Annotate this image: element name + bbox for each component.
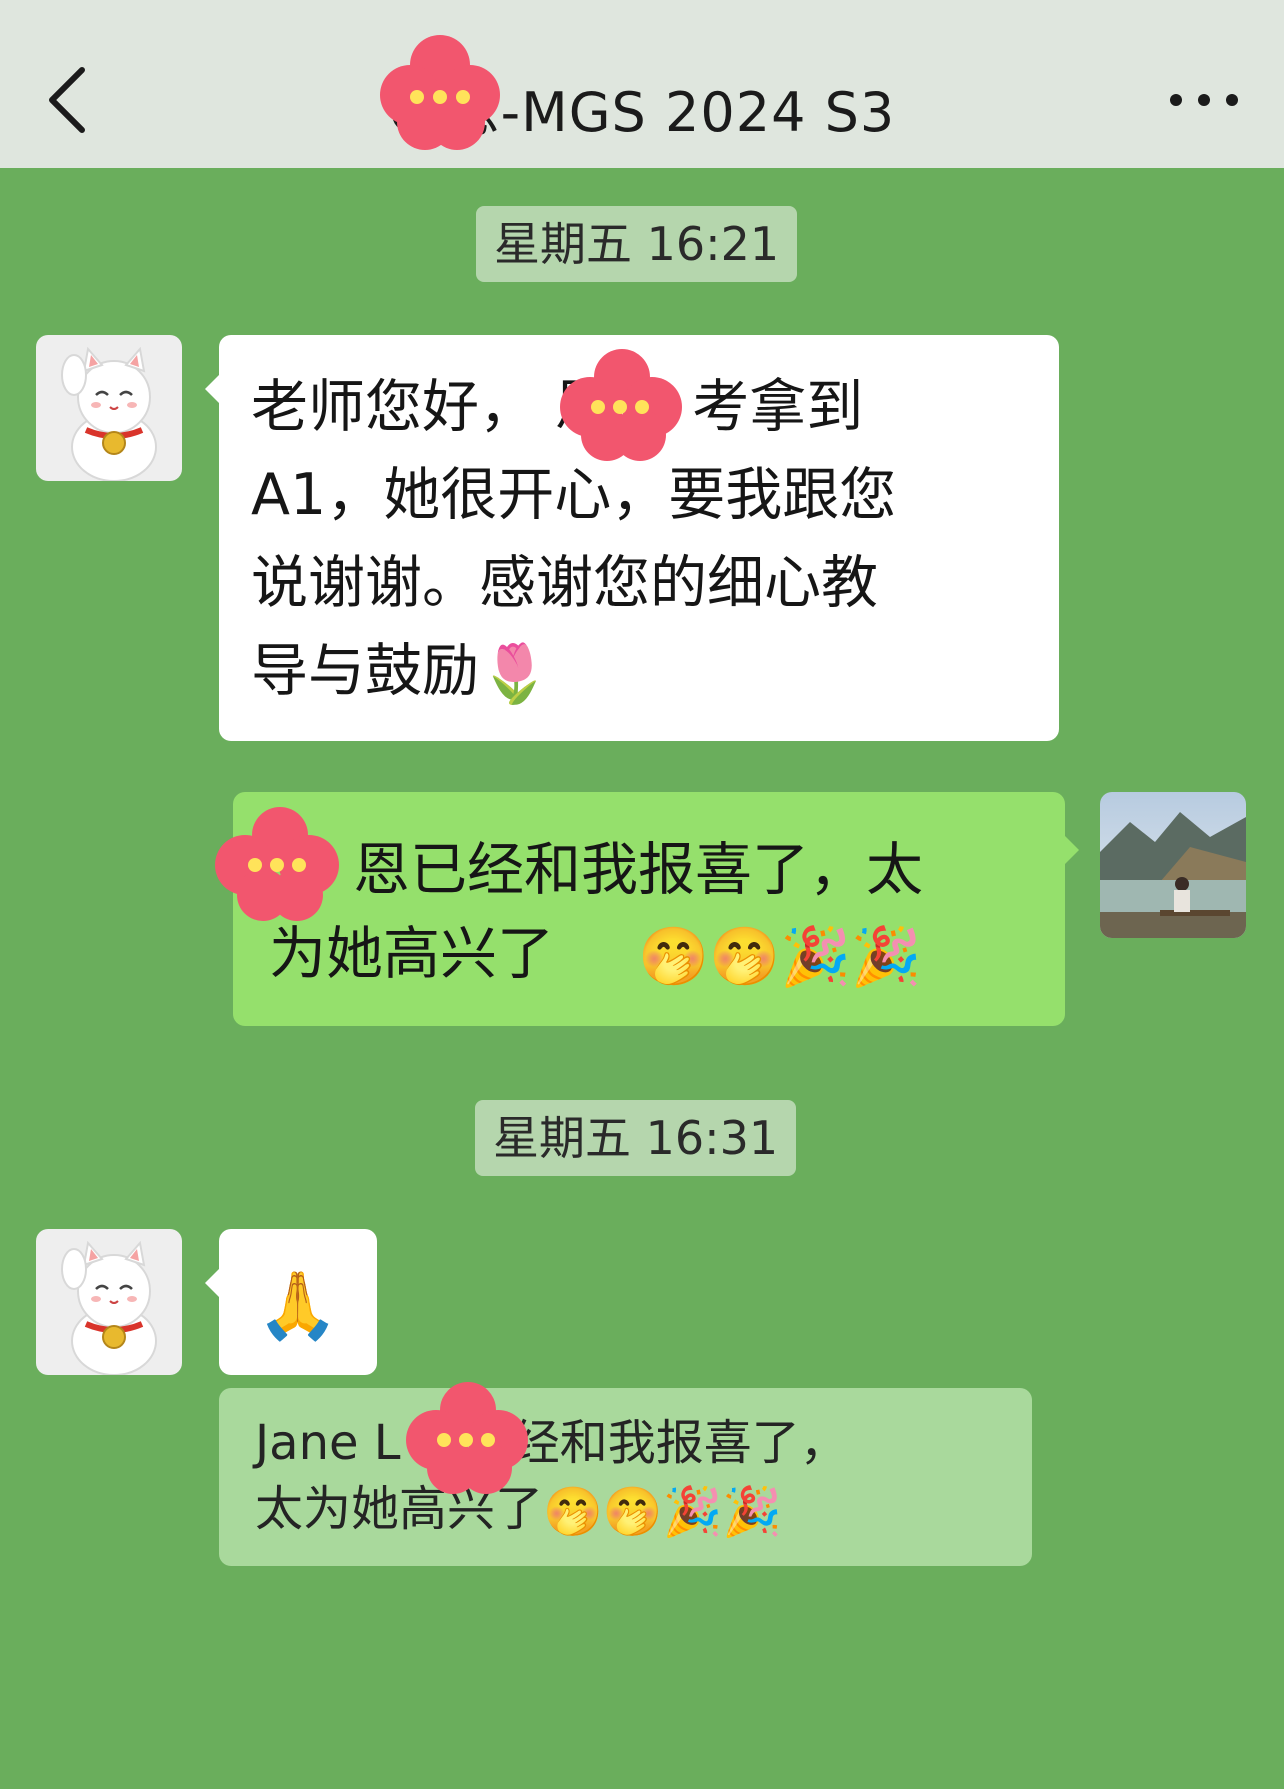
quoted-message[interactable]: Jane L 恩已经和我报喜了， 太为她高兴了🤭🤭🎉🎉: [219, 1388, 1032, 1566]
message-bubble[interactable]: 老师您好， 恩 O 考拿到 A1，她很开心，要我跟您 说谢谢。感谢您的细心教 导…: [205, 335, 1059, 741]
chat-title: C 恩-MGS 2024 S3: [388, 81, 896, 144]
sender-avatar[interactable]: [36, 335, 182, 481]
message-bubble[interactable]: 恩已经和我报喜了，太 为她高兴了 🤭🤭🎉🎉: [233, 792, 1079, 1026]
lucky-cat-avatar: [36, 1229, 182, 1375]
chat-header: C 恩-MGS 2024 S3: [0, 0, 1284, 168]
timestamp: 星期五 16:21: [476, 206, 798, 282]
ellipsis-icon: [1170, 94, 1182, 106]
lucky-cat-avatar: [36, 335, 182, 481]
celebration-emoji: 🤭🤭🎉🎉: [638, 924, 922, 991]
message-bubble[interactable]: 🙏: [205, 1229, 377, 1375]
tulip-emoji: 🌷: [479, 641, 550, 708]
chevron-left-icon: [49, 67, 85, 133]
sender-avatar[interactable]: [36, 1229, 182, 1375]
celebration-emoji: 🤭🤭🎉🎉: [543, 1484, 783, 1540]
more-options-button[interactable]: [1164, 80, 1244, 120]
timestamp: 星期五 16:31: [475, 1100, 797, 1176]
self-avatar[interactable]: [1100, 792, 1246, 938]
back-button[interactable]: [40, 60, 100, 140]
folded-hands-emoji: 🙏: [256, 1266, 340, 1344]
landscape-photo-avatar: [1100, 792, 1246, 938]
message-text: 老师您好， 恩 O 考拿到 A1，她很开心，要我跟您 说谢谢。感谢您的细心教 导…: [251, 374, 897, 704]
